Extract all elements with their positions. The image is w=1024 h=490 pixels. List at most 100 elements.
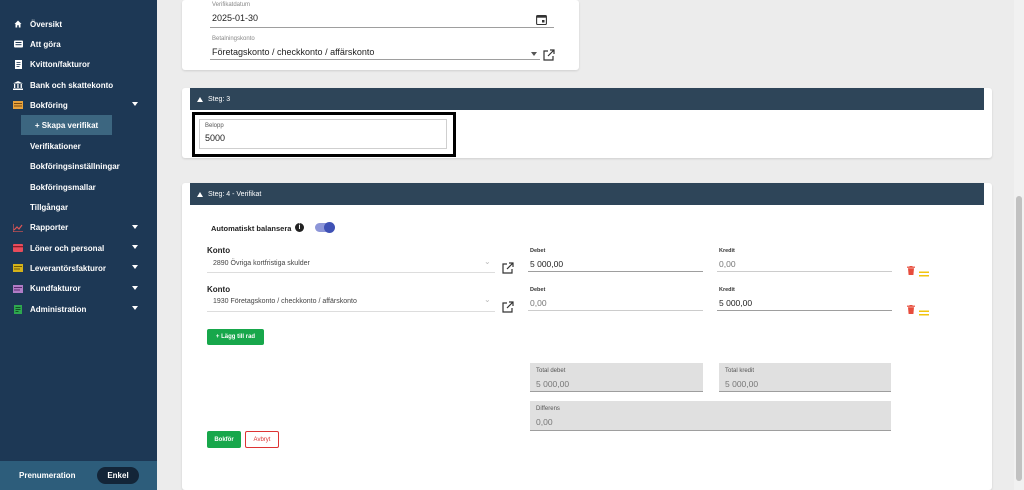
difference-box: Differens 0,00 (530, 401, 891, 431)
info-icon[interactable]: i (295, 223, 304, 232)
amount-label: Belopp (205, 123, 224, 129)
scrollbar-thumb[interactable] (1016, 196, 1022, 481)
chevron-down-icon (132, 102, 138, 107)
step3-header[interactable]: Steg: 3 (190, 88, 984, 110)
plan-badge[interactable]: Enkel (97, 467, 139, 484)
total-credit-label: Total kredit (725, 368, 755, 374)
calendar-icon[interactable] (536, 12, 547, 26)
auto-balance-toggle[interactable] (315, 222, 335, 233)
account-select[interactable]: 2890 Övriga kortfristiga skulder (213, 260, 310, 267)
step3-title: Steg: 3 (208, 95, 231, 103)
difference-label: Differens (536, 406, 560, 412)
external-link-icon[interactable] (502, 261, 514, 274)
date-label: Verifikatdatum (212, 2, 251, 8)
sidebar-item-bokforingsinstallningar[interactable]: Bokföringsinställningar (0, 157, 157, 177)
receipt-icon (13, 60, 23, 70)
sidebar-item-oversikt[interactable]: Översikt (0, 14, 157, 34)
sidebar-item-skapa-verifikat[interactable]: + Skapa verifikat (21, 115, 112, 136)
sidebar-item-label: Administration (30, 304, 87, 314)
toggle-knob (324, 222, 335, 233)
chevron-down-icon (132, 285, 138, 290)
sidebar-item-att-gora[interactable]: Att göra (0, 34, 157, 54)
total-debit-value: 5 000,00 (536, 379, 570, 389)
credit-input[interactable]: 5 000,00 (719, 298, 752, 308)
sidebar: Översikt Att göra Kvitton/fakturor Bank … (0, 0, 157, 490)
sidebar-item-bank[interactable]: Bank och skattekonto (0, 75, 157, 95)
dropdown-arrow-icon[interactable] (531, 52, 537, 56)
total-debit-box: Total debet 5 000,00 (530, 363, 703, 392)
date-underline (210, 27, 554, 28)
sidebar-item-label: Kundfakturor (30, 284, 81, 294)
trash-icon[interactable] (907, 301, 915, 314)
sidebar-item-bokforing[interactable]: Bokföring (0, 95, 157, 115)
sidebar-item-label: Översikt (30, 19, 63, 29)
debit-input[interactable]: 5 000,00 (530, 259, 563, 269)
ledger-icon (13, 100, 23, 110)
sidebar-item-administration[interactable]: Administration (0, 299, 157, 319)
subscription-label: Prenumeration (19, 471, 76, 480)
sidebar-item-label: Att göra (30, 39, 61, 49)
payment-account-select[interactable]: Företagskonto / checkkonto / affärskonto (212, 47, 374, 57)
customer-invoice-icon (13, 284, 23, 294)
bank-icon (13, 80, 23, 90)
sidebar-item-kundfakturor[interactable]: Kundfakturor (0, 279, 157, 299)
chevron-down-icon[interactable]: ⌄ (484, 257, 491, 266)
debit-label: Debet (530, 248, 546, 254)
total-credit-box: Total kredit 5 000,00 (719, 363, 891, 392)
sidebar-item-label: Kvitton/fakturor (30, 60, 90, 70)
account-select[interactable]: 1930 Företagskonto / checkkonto / affärs… (213, 298, 357, 305)
cancel-button[interactable]: Avbryt (245, 431, 279, 448)
sidebar-item-verifikationer[interactable]: Verifikationer (0, 136, 157, 156)
trash-icon[interactable] (907, 262, 915, 275)
sidebar-nav: Översikt Att göra Kvitton/fakturor Bank … (0, 14, 157, 319)
sidebar-item-label: Rapporter (30, 223, 69, 233)
sidebar-item-label: Löner och personal (30, 243, 105, 253)
swap-icon[interactable] (919, 303, 929, 316)
difference-value: 0,00 (536, 417, 553, 427)
amount-value[interactable]: 5000 (205, 133, 225, 143)
auto-balance-label: Automatiskt balansera (211, 224, 292, 233)
credit-label: Kredit (719, 287, 735, 293)
account-label: Konto (207, 246, 231, 255)
amount-input[interactable] (199, 119, 447, 149)
chevron-down-icon (132, 265, 138, 270)
total-credit-value: 5 000,00 (725, 379, 759, 389)
credit-input[interactable]: 0,00 (719, 259, 736, 269)
supplier-invoice-icon (13, 263, 23, 273)
add-row-button[interactable]: + Lägg till rad (207, 329, 264, 345)
arrow-up-icon (197, 191, 203, 197)
credit-underline (717, 271, 892, 272)
sidebar-item-loner[interactable]: Löner och personal (0, 238, 157, 258)
step4-title: Steg: 4 - Verifikat (208, 190, 262, 198)
sidebar-item-label: Leverantörsfakturor (30, 263, 107, 273)
payment-underline (210, 59, 540, 60)
debit-label: Debet (530, 287, 546, 293)
sidebar-item-bokforingsmallar[interactable]: Bokföringsmallar (0, 177, 157, 197)
debit-input[interactable]: 0,00 (530, 298, 547, 308)
chevron-down-icon (132, 244, 138, 249)
debit-underline (528, 271, 703, 272)
payment-account-label: Betalningskonto (212, 36, 255, 42)
payroll-icon (13, 243, 23, 253)
sidebar-item-label: Bokföring (30, 100, 68, 110)
external-link-icon[interactable] (502, 300, 514, 313)
sidebar-item-leverantorsfakturor[interactable]: Leverantörsfakturor (0, 258, 157, 278)
sidebar-item-rapporter[interactable]: Rapporter (0, 218, 157, 238)
sidebar-item-tillgangar[interactable]: Tillgångar (0, 197, 157, 217)
date-field[interactable]: 2025-01-30 (212, 13, 258, 23)
account-underline (207, 272, 495, 273)
sidebar-item-label: Bank och skattekonto (30, 80, 114, 90)
sidebar-item-kvitton[interactable]: Kvitton/fakturor (0, 55, 157, 75)
subscription-footer: Prenumeration Enkel (0, 461, 157, 490)
admin-icon (13, 304, 23, 314)
swap-icon[interactable] (919, 264, 929, 277)
account-underline (207, 311, 495, 312)
list-icon (13, 39, 23, 49)
save-button[interactable]: Bokför (207, 431, 241, 448)
credit-label: Kredit (719, 248, 735, 254)
external-link-icon[interactable] (543, 48, 555, 61)
scrollbar[interactable] (1014, 0, 1024, 490)
chevron-down-icon[interactable]: ⌄ (484, 295, 491, 304)
credit-underline (717, 310, 892, 311)
step4-header[interactable]: Steg: 4 - Verifikat (190, 183, 984, 205)
